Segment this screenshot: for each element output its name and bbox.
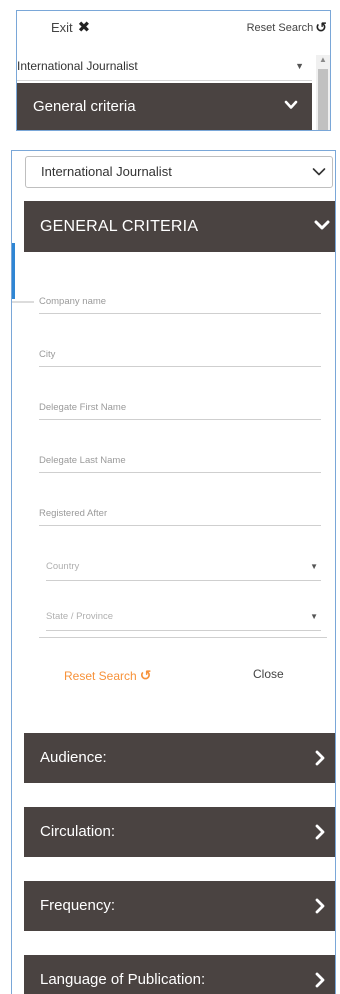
criteria-form <box>39 252 321 526</box>
registered-after-field <box>39 473 321 526</box>
general-criteria-label: GENERAL CRITERIA <box>40 218 199 235</box>
filter-panel: International Journalist GENERAL CRITERI… <box>11 150 336 994</box>
close-button[interactable]: Close <box>253 667 284 681</box>
delegate-first-name-input[interactable] <box>39 402 321 413</box>
mini-filter-panel: Exit ✖ Reset Search ↺ International Jour… <box>16 10 331 131</box>
delegate-first-name-field <box>39 367 321 420</box>
scrollbar-thumb[interactable] <box>318 69 328 130</box>
caret-down-icon: ▼ <box>310 562 318 571</box>
category-select[interactable]: International Journalist <box>25 156 333 188</box>
country-select[interactable]: Country ▼ <box>46 547 321 581</box>
mini-reset-search-button[interactable]: Reset Search ↺ <box>247 19 327 36</box>
city-input[interactable] <box>39 349 321 360</box>
close-icon: ✖ <box>77 19 91 36</box>
country-placeholder: Country <box>46 561 80 572</box>
audience-section-header[interactable]: Audience: <box>24 733 335 783</box>
delegate-last-name-input[interactable] <box>39 455 321 466</box>
registered-after-input[interactable] <box>39 508 321 519</box>
general-criteria-header[interactable]: GENERAL CRITERIA <box>24 201 335 252</box>
mini-general-criteria-header[interactable]: General criteria <box>17 83 312 130</box>
section-label: Language of Publication: <box>40 971 206 988</box>
undo-icon: ↺ <box>139 667 152 683</box>
company-name-field <box>39 252 321 314</box>
mini-reset-label: Reset Search <box>246 21 314 34</box>
chevron-right-icon <box>314 898 326 914</box>
state-province-placeholder: State / Province <box>46 611 114 622</box>
frequency-section-header[interactable]: Frequency: <box>24 881 335 931</box>
language-of-publication-section-header[interactable]: Language of Publication: <box>24 955 335 994</box>
state-province-select[interactable]: State / Province ▼ <box>46 597 321 631</box>
reset-search-label: Reset Search <box>64 668 137 683</box>
category-value: International Journalist <box>41 164 172 179</box>
section-label: Audience: <box>40 749 107 766</box>
chevron-right-icon <box>314 824 326 840</box>
scroll-up-icon[interactable]: ▲ <box>319 55 327 64</box>
chevron-down-icon <box>284 83 298 130</box>
chevron-right-icon <box>314 972 326 988</box>
divider <box>12 301 34 303</box>
chevron-down-icon <box>314 217 330 233</box>
mini-category-value: International Journalist <box>17 59 138 73</box>
caret-down-icon: ▼ <box>295 61 304 71</box>
divider <box>39 637 327 638</box>
active-tab-indicator <box>12 243 15 299</box>
circulation-section-header[interactable]: Circulation: <box>24 807 335 857</box>
chevron-down-icon <box>312 165 326 179</box>
company-name-input[interactable] <box>39 296 321 307</box>
section-label: Circulation: <box>40 823 116 840</box>
delegate-last-name-field <box>39 420 321 473</box>
mini-header-label: General criteria <box>33 98 136 115</box>
mini-category-select[interactable]: International Journalist ▼ <box>17 51 312 81</box>
section-label: Frequency: <box>40 897 116 914</box>
undo-icon: ↺ <box>315 19 327 35</box>
city-field <box>39 314 321 367</box>
chevron-right-icon <box>314 750 326 766</box>
exit-label: Exit <box>51 19 73 35</box>
exit-button[interactable]: Exit ✖ <box>51 18 90 36</box>
mini-scrollbar[interactable]: ▲ <box>316 55 330 130</box>
reset-search-button[interactable]: Reset Search ↺ <box>64 667 151 684</box>
caret-down-icon: ▼ <box>310 612 318 621</box>
